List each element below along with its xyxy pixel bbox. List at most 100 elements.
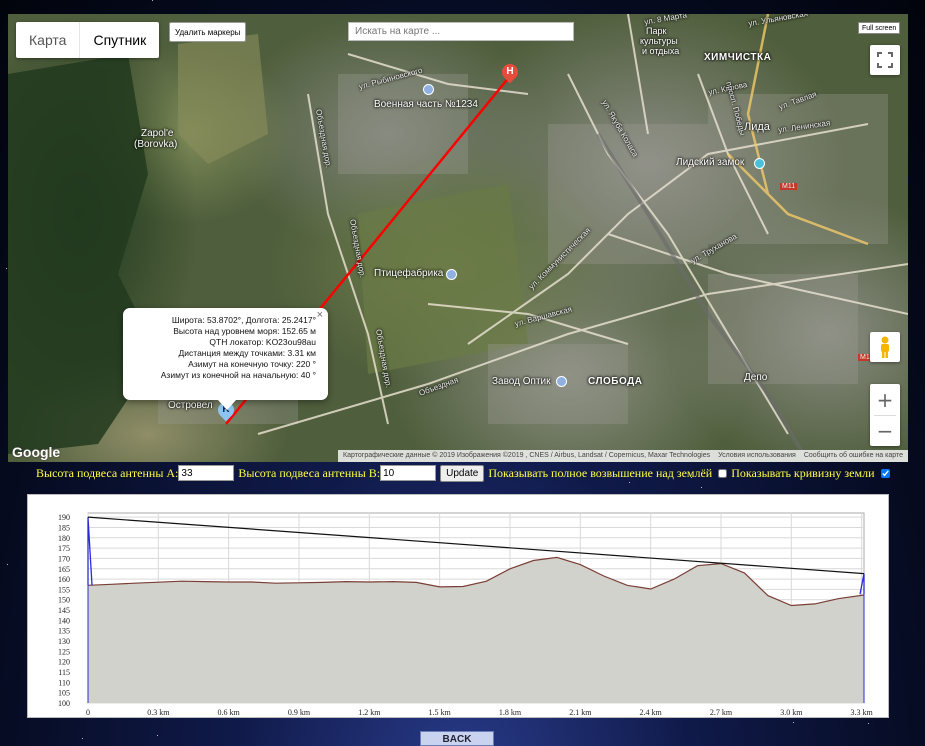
- map-type-map[interactable]: Карта: [16, 22, 79, 58]
- zoom-out-button[interactable]: −: [870, 416, 900, 446]
- y-tick-label: 170: [58, 554, 70, 563]
- back-button[interactable]: BACK: [420, 731, 494, 746]
- y-tick-label: 155: [58, 585, 70, 594]
- fullscreen-icon: [877, 52, 893, 68]
- antenna-controls: Высота подвеса антенны A: Высота подвеса…: [36, 464, 894, 482]
- info-close-button[interactable]: ×: [317, 310, 323, 321]
- y-tick-label: 115: [58, 668, 70, 677]
- satellite-map[interactable]: Военная часть №1234 Zapol'e (Borovka) ХИ…: [8, 14, 908, 462]
- map-label-park-2: культуры: [640, 36, 678, 46]
- map-label-ostrovel: Островел: [168, 400, 213, 411]
- fullscreen-button[interactable]: Full screen: [858, 22, 901, 34]
- map-label-lida: Лида: [744, 121, 770, 133]
- x-tick-label: 2.4 km: [640, 708, 663, 717]
- info-line-azimuth: Азимут на конечную точку: 220 °: [188, 359, 316, 369]
- pegman-icon: [881, 336, 889, 358]
- x-tick-label: 3.3 km: [851, 708, 874, 717]
- y-tick-label: 100: [58, 699, 70, 708]
- street-view-pegman[interactable]: [870, 332, 900, 362]
- zoom-in-button[interactable]: +: [870, 385, 900, 415]
- info-line-distance: Дистанция между точками: 3.31 км: [178, 348, 316, 358]
- star: [868, 723, 869, 724]
- map-fullscreen-control[interactable]: [870, 45, 900, 75]
- antenna-a-input[interactable]: [178, 465, 235, 481]
- map-label-park-3: и отдыха: [642, 46, 680, 56]
- castle-poi-icon: [754, 158, 765, 169]
- report-error-link[interactable]: Сообщить об ошибке на карте: [802, 450, 905, 462]
- map-label-sloboda: СЛОБОДА: [588, 376, 643, 387]
- map-label-castle: Лидский замок: [676, 157, 745, 168]
- map-type-toggle: Карта Спутник: [16, 22, 160, 58]
- star: [82, 738, 83, 739]
- poultry-poi-icon: [446, 269, 457, 280]
- elevation-profile-chart: 100 105 110 115 120 125 130 135 140 145 150 155 160 1…: [27, 494, 889, 718]
- y-tick-label: 110: [58, 678, 70, 687]
- star: [152, 0, 153, 1]
- y-tick-label: 145: [58, 606, 70, 615]
- remove-markers-button[interactable]: Удалить маркеры: [169, 22, 247, 42]
- star: [701, 487, 702, 488]
- map-label-park-1: Парк: [646, 26, 667, 36]
- y-tick-label: 150: [58, 596, 70, 605]
- marker-end-label: H: [506, 66, 514, 77]
- y-tick-label: 165: [58, 565, 70, 574]
- y-tick-label: 135: [58, 627, 70, 636]
- star: [793, 722, 794, 723]
- x-tick-label: 3.0 km: [780, 708, 803, 717]
- antenna-a-label: Высота подвеса антенны A:: [36, 465, 179, 480]
- x-tick-label: 1.8 km: [499, 708, 522, 717]
- y-tick-label: 125: [58, 647, 70, 656]
- y-tick-label: 105: [58, 689, 70, 698]
- y-tick-label: 120: [58, 658, 70, 667]
- y-tick-label: 180: [58, 534, 70, 543]
- x-tick-label: 2.7 km: [710, 708, 733, 717]
- y-tick-label: 160: [58, 575, 70, 584]
- curvature-checkbox[interactable]: [880, 468, 890, 478]
- road-m11-badge: M11: [780, 183, 798, 190]
- map-label-zapolle: Zapol'e: [141, 128, 174, 139]
- info-line-back-azimuth: Азимут из конечной на начальную: 40 °: [160, 370, 316, 380]
- y-tick-label: 140: [58, 616, 70, 625]
- star: [7, 564, 8, 565]
- marker-end[interactable]: H: [498, 60, 522, 84]
- info-line-altitude: Высота над уровнем моря: 152.65 м: [173, 326, 316, 336]
- x-tick-label: 0.3 km: [147, 708, 170, 717]
- map-attribution-bar: Картографические данные © 2019 Изображен…: [338, 450, 908, 462]
- zoom-control: + −: [870, 384, 900, 446]
- map-label-khimchistka: ХИМЧИСТКА: [704, 52, 772, 63]
- star: [629, 482, 630, 483]
- map-label-depot: Депо: [744, 372, 768, 383]
- x-tick-label: 0.9 km: [288, 708, 311, 717]
- full-elevation-checkbox[interactable]: [718, 468, 728, 478]
- x-tick-label: 0.6 km: [218, 708, 241, 717]
- map-label-borovka: (Borovka): [134, 139, 178, 150]
- star: [157, 735, 158, 736]
- google-logo: Google: [12, 444, 61, 460]
- y-tick-label: 175: [58, 544, 70, 553]
- update-button[interactable]: Update: [440, 464, 485, 482]
- map-label-military: Военная часть №1234: [374, 99, 478, 110]
- map-label-optic: Завод Оптик: [492, 376, 551, 387]
- map-label-poultry: Птицефабрика: [374, 268, 444, 279]
- x-tick-label: 0: [86, 708, 90, 717]
- map-search-input[interactable]: [348, 22, 574, 41]
- x-tick-label: 2.1 km: [569, 708, 592, 717]
- info-window: × Широта: 53.8702°, Долгота: 25.2417° Вы…: [123, 308, 328, 400]
- x-tick-label: 1.2 km: [358, 708, 381, 717]
- x-tick-label: 1.5 km: [429, 708, 452, 717]
- antenna-b-label: Высота подвеса антенны B:: [238, 465, 381, 480]
- map-type-satellite[interactable]: Спутник: [79, 22, 159, 58]
- terms-link[interactable]: Условия использования: [716, 450, 798, 462]
- info-window-pointer: [218, 400, 236, 410]
- map-attribution: Картографические данные © 2019 Изображен…: [343, 452, 711, 459]
- info-line-locator: QTH локатор: KO23ou98au: [209, 337, 316, 347]
- curvature-label: Показывать кривизну земли: [731, 465, 875, 480]
- star: [6, 268, 7, 269]
- elevation-profile-svg: 1001051101151201251301351401451501551601…: [58, 512, 874, 717]
- y-tick-label: 190: [58, 513, 70, 522]
- full-elevation-label: Показывать полное возвышение над землёй: [488, 465, 713, 480]
- y-tick-label: 130: [58, 637, 70, 646]
- optic-poi-icon: [556, 376, 567, 387]
- map-poi-icon: [423, 84, 434, 95]
- antenna-b-input[interactable]: [380, 465, 437, 481]
